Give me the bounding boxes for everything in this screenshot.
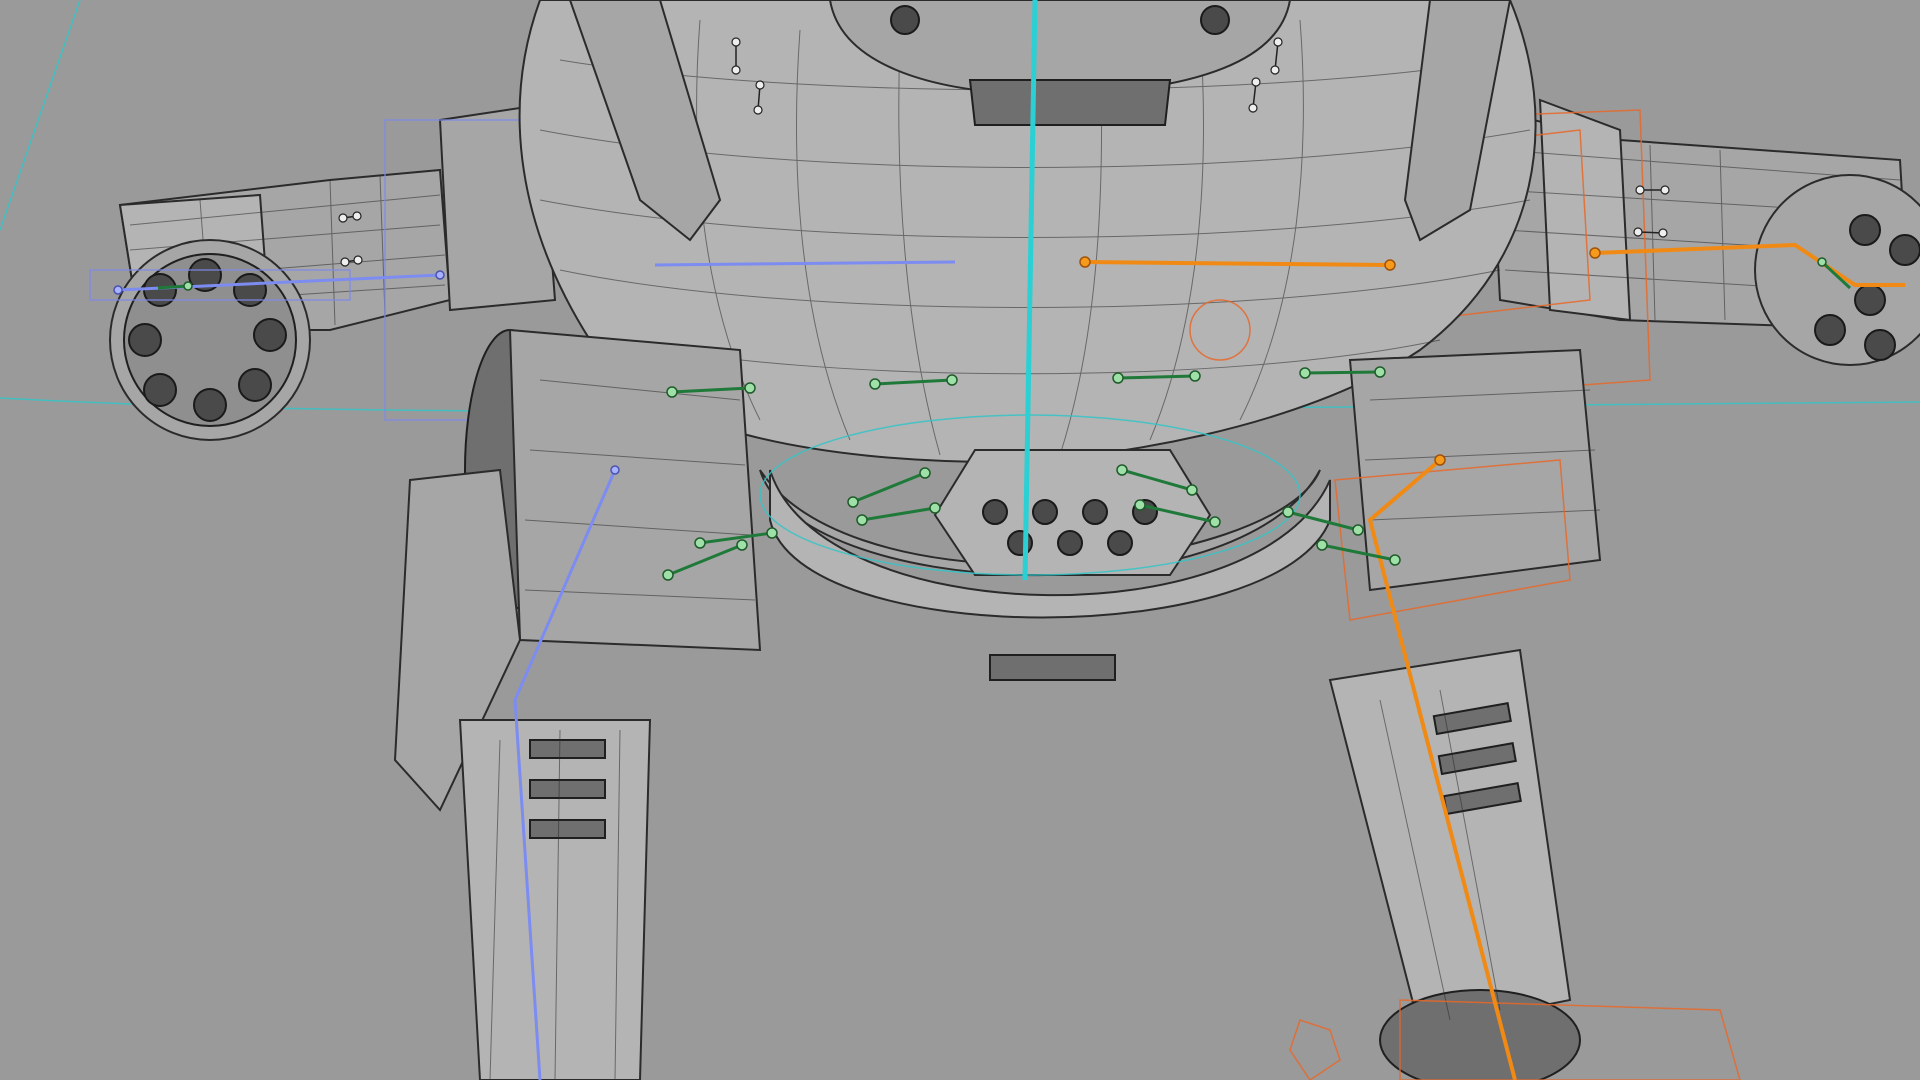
left-thigh[interactable] — [508, 328, 762, 652]
right-clavicle-joint[interactable] — [1079, 256, 1091, 268]
3d-viewport[interactable] — [0, 0, 1920, 1080]
left-shin-slot-1 — [529, 739, 606, 759]
left-shin-slot-3 — [529, 819, 606, 839]
left-guide — [0, 0, 81, 231]
right-foot-control[interactable] — [1289, 1019, 1341, 1080]
handle[interactable] — [847, 467, 931, 508]
left-shin-slot-2 — [529, 779, 606, 799]
right-ankle-joint[interactable] — [1379, 989, 1581, 1080]
right-shoulder-joint[interactable] — [1384, 259, 1396, 271]
left-shoulder-joint[interactable] — [435, 270, 445, 280]
hatch-slot — [968, 79, 1172, 126]
left-hip-bone-joint[interactable] — [610, 465, 620, 475]
hatch-bolt-right — [1200, 5, 1230, 35]
right-shin[interactable] — [1328, 648, 1572, 1032]
left-leg[interactable] — [393, 328, 762, 1080]
left-hand-joint[interactable] — [113, 285, 123, 295]
right-hip-bone-joint[interactable] — [1434, 454, 1446, 466]
scene-canvas[interactable] — [0, 0, 1920, 1080]
hip-bottom-slot — [989, 654, 1116, 681]
hip[interactable] — [759, 414, 1331, 681]
handle[interactable] — [856, 502, 941, 526]
left-shin[interactable] — [458, 719, 652, 1080]
right-elbow-joint[interactable] — [1589, 247, 1601, 259]
hatch-bolt-left — [890, 5, 920, 35]
right-thigh[interactable] — [1348, 348, 1602, 592]
